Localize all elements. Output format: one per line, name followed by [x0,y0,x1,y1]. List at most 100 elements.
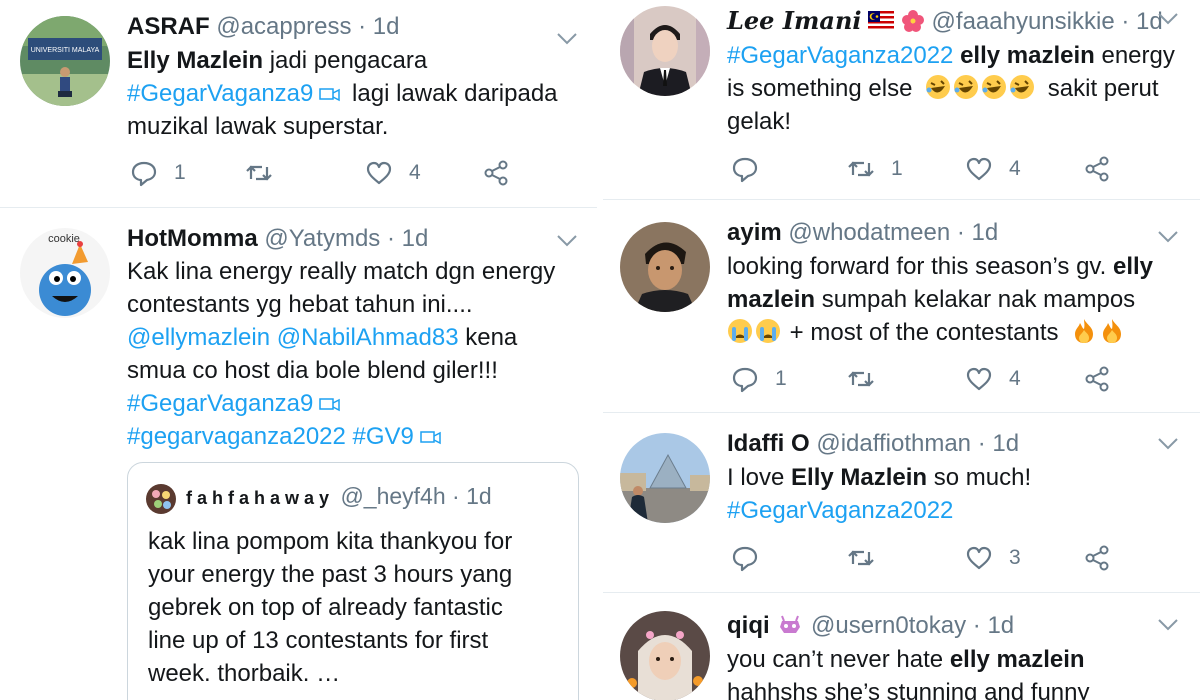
text-span: + most of the contestants [789,319,1059,346]
text-span: kena [458,324,518,351]
retweet-icon [848,371,874,387]
reply-button[interactable]: 1 [130,158,186,188]
hashtag-link[interactable]: #GegarVaganza2022 [727,42,953,69]
right-column: Lee Imani @faaahyunsikkie · 1d #GegarVag… [603,0,1200,700]
like-button[interactable]: 4 [365,158,421,188]
retweet-button[interactable] [245,158,273,188]
mention-link[interactable]: @NabilAhmad83 [277,324,459,351]
text-span: hahhshs she’s stunning and funny [727,679,1090,700]
text-span: lagi lawak daripada [345,80,558,107]
reply-count: 1 [775,367,787,390]
share-button[interactable] [1083,154,1111,184]
handle[interactable]: @Yatymds [264,225,380,252]
hashflag-icon [420,430,441,444]
avatar[interactable]: cookie [20,228,110,318]
tweet-lee-imani[interactable]: Lee Imani @faaahyunsikkie · 1d #GegarVag… [603,0,1200,200]
display-name[interactable]: HotMomma [127,225,258,252]
retweet-button[interactable] [847,364,875,394]
rolling-laugh-emoji [981,74,1007,100]
handle[interactable]: @usern0tokay [811,612,966,639]
hashtag-link[interactable]: #gegarvaganza2022 [127,423,346,450]
hashtag-link[interactable]: #GegarVaganza9 [127,390,313,417]
avatar[interactable] [620,433,710,523]
tweet-text: Kak lina energy really match dgn energy … [127,255,587,453]
text-span: muzikal lawak superstar. [127,113,389,140]
text-span: you can’t never hate [727,646,950,673]
timestamp[interactable]: 1d [402,225,429,252]
like-button[interactable]: 4 [965,364,1021,394]
chevron-down-icon[interactable] [1157,12,1179,26]
tweet-ayim[interactable]: ayim @whodatmeen · 1d looking forward fo… [603,200,1200,413]
tweet-hotmomma[interactable]: cookie HotMomma @Yatymds · 1d Kak lina e… [0,208,597,700]
chevron-down-icon[interactable] [1157,618,1179,632]
reply-button[interactable] [731,543,759,573]
fire-emoji [1099,318,1125,344]
like-count: 4 [1009,157,1021,180]
handle[interactable]: @faaahyunsikkie [932,8,1115,35]
text-span: sumpah kelakar nak mampos [815,286,1136,313]
text-span: I love [727,464,792,491]
avatar[interactable] [620,6,710,96]
reply-icon [131,161,157,187]
rolling-laugh-emoji [953,74,979,100]
hashtag-link[interactable]: #GegarVaganza9 [127,80,313,107]
mention-bold: elly mazlein [949,646,1085,673]
separator-dot: · [386,225,395,252]
retweet-icon [246,165,272,181]
share-icon [1085,156,1109,182]
tweet-qiqi[interactable]: qiqi @usern0tokay · 1d you can’t never h… [603,593,1200,700]
timestamp[interactable]: 1d [373,13,400,40]
text-span: contestants yg hebat tahun ini.... [127,291,473,318]
crying-face-emoji [755,318,781,344]
display-name[interactable]: ASRAF [127,13,210,40]
share-button[interactable] [482,158,510,188]
avatar[interactable] [620,222,710,312]
tweet-header: HotMomma @Yatymds · 1d [127,224,428,254]
tweet-text: looking forward for this season’s gv. el… [727,250,1192,349]
tweet-actions: 3 [731,543,1131,573]
separator-dot: · [358,13,367,40]
like-button[interactable]: 4 [965,154,1021,184]
chevron-down-icon[interactable] [556,234,578,248]
retweet-button[interactable] [847,543,875,573]
hashtag-link[interactable]: #GegarVaganza2022 [727,494,1192,527]
mention-bold: Elly Mazlein [127,47,264,74]
handle[interactable]: @whodatmeen [788,219,950,246]
tweet-header: ayim @whodatmeen · 1d [727,218,998,248]
mention-link[interactable]: @ellymazlein [127,324,270,351]
avatar[interactable] [620,611,710,700]
separator-dot: · [972,612,981,639]
chevron-down-icon[interactable] [1157,230,1179,244]
quote-header: fahfahaway @_heyf4h · 1d [186,481,492,513]
tweet-idaffi[interactable]: Idaffi O @idaffiothman · 1d I love Elly … [603,413,1200,593]
quoted-tweet[interactable]: fahfahaway @_heyf4h · 1d kak lina pompom… [127,462,579,700]
like-count: 4 [409,161,421,184]
chevron-down-icon[interactable] [1157,437,1179,451]
display-name[interactable]: ayim [727,219,782,246]
display-name[interactable]: qiqi [727,612,770,639]
timestamp[interactable]: 1d [987,612,1014,639]
handle[interactable]: @acappress [216,13,351,40]
left-column: UNIVERSITI MALAYA ASRAF @acappress · 1d … [0,0,597,700]
heart-icon [966,157,992,181]
mention-bold: mazlein [727,286,816,313]
avatar[interactable]: UNIVERSITI MALAYA [20,16,110,106]
separator-dot: · [1121,8,1130,35]
reply-button[interactable] [731,154,759,184]
reply-button[interactable]: 1 [731,364,787,394]
tweet-asraf[interactable]: UNIVERSITI MALAYA ASRAF @acappress · 1d … [0,0,597,208]
share-icon [1085,545,1109,571]
tweet-text: #GegarVaganza2022 elly mazlein energy is… [727,39,1192,138]
retweet-button[interactable]: 1 [847,154,903,184]
timestamp[interactable]: 1d [972,219,999,246]
display-name[interactable]: Idaffi O [727,430,810,457]
timestamp[interactable]: 1d [992,430,1019,457]
share-button[interactable] [1083,364,1111,394]
handle[interactable]: @idaffiothman [816,430,971,457]
hashtag-link[interactable]: #GV9 [353,423,414,450]
display-name[interactable]: Lee Imani [727,6,862,35]
share-button[interactable] [1083,543,1111,573]
separator-dot: · [956,219,965,246]
like-button[interactable]: 3 [965,543,1021,573]
share-icon [1085,366,1109,392]
